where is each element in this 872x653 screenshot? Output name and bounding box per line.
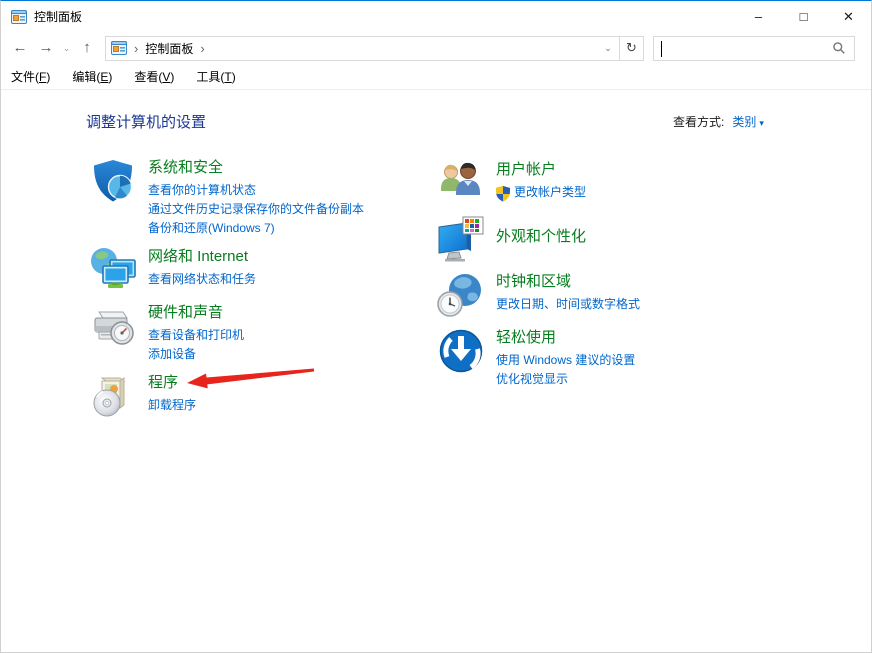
search-input[interactable]: [654, 37, 832, 60]
category-title-link[interactable]: 硬件和声音: [148, 303, 244, 323]
category-text-block: 程序卸载程序: [148, 372, 196, 420]
breadcrumb-control-panel[interactable]: 控制面板: [145, 40, 193, 57]
category-text-block: 外观和个性化: [496, 215, 586, 263]
address-bar[interactable]: › 控制面板 › ⌄ ↻: [105, 36, 644, 61]
category-section: 硬件和声音查看设备和打印机添加设备: [89, 302, 429, 364]
search-icon: [832, 41, 846, 55]
category-text-block: 硬件和声音查看设备和打印机添加设备: [148, 302, 244, 364]
task-link[interactable]: 查看网络状态和任务: [148, 270, 256, 289]
view-by-label: 查看方式:: [673, 115, 724, 129]
address-dropdown-icon[interactable]: ⌄: [597, 43, 619, 54]
category-column-right: 用户帐户更改帐户类型外观和个性化时钟和区域更改日期、时间或数字格式轻松使用使用 …: [437, 159, 777, 397]
uac-shield-icon: [496, 186, 510, 200]
task-link[interactable]: 卸载程序: [148, 396, 196, 415]
forward-button[interactable]: →: [33, 36, 59, 60]
category-section: 系统和安全查看你的计算机状态通过文件历史记录保存你的文件备份副本备份和还原(Wi…: [89, 157, 429, 238]
search-box[interactable]: [653, 36, 855, 61]
control-panel-window: 控制面板 – □ ✕ ← → ⌄ ↑ › 控制面板 › ⌄ ↻ 文件(F)编辑: [0, 0, 872, 653]
category-title-link[interactable]: 网络和 Internet: [148, 247, 256, 267]
hardware-sound-icon[interactable]: [89, 302, 137, 350]
back-button[interactable]: ←: [7, 36, 33, 60]
category-section: 轻松使用使用 Windows 建议的设置优化视觉显示: [437, 327, 777, 389]
task-link[interactable]: 添加设备: [148, 345, 244, 364]
network-icon[interactable]: [89, 246, 137, 294]
menu-item-f[interactable]: 文件(F): [11, 68, 50, 85]
view-by-category-link[interactable]: 类别: [732, 115, 756, 129]
category-section: 网络和 Internet 查看网络状态和任务: [89, 246, 429, 294]
text-caret: [661, 41, 662, 57]
category-text-block: 轻松使用使用 Windows 建议的设置优化视觉显示: [496, 327, 635, 389]
category-section: 外观和个性化: [437, 215, 777, 263]
category-title-link[interactable]: 外观和个性化: [496, 227, 586, 247]
task-link[interactable]: 查看设备和打印机: [148, 326, 244, 345]
ease-of-access-icon[interactable]: [437, 327, 485, 375]
up-button[interactable]: ↑: [74, 36, 100, 60]
category-section: 用户帐户更改帐户类型: [437, 159, 777, 207]
chevron-right-icon[interactable]: ›: [134, 37, 138, 60]
category-text-block: 系统和安全查看你的计算机状态通过文件历史记录保存你的文件备份副本备份和还原(Wi…: [148, 157, 364, 238]
user-accounts-icon[interactable]: [437, 159, 485, 207]
title-bar: 控制面板 – □ ✕: [1, 1, 871, 32]
navigation-bar: ← → ⌄ ↑ › 控制面板 › ⌄ ↻: [1, 33, 871, 63]
category-column-left: 系统和安全查看你的计算机状态通过文件历史记录保存你的文件备份副本备份和还原(Wi…: [89, 157, 429, 428]
task-link[interactable]: 查看你的计算机状态: [148, 181, 364, 200]
category-text-block: 网络和 Internet 查看网络状态和任务: [148, 246, 256, 294]
chevron-right-icon[interactable]: ›: [200, 37, 204, 60]
appearance-icon[interactable]: [437, 215, 485, 263]
security-shield-icon[interactable]: [89, 157, 137, 205]
control-panel-icon: [111, 40, 127, 56]
clock-region-icon[interactable]: [437, 271, 485, 319]
window-title: 控制面板: [34, 8, 82, 25]
category-title-link[interactable]: 程序: [148, 373, 196, 393]
history-dropdown-icon[interactable]: ⌄: [59, 43, 74, 54]
menu-item-t[interactable]: 工具(T): [196, 68, 235, 85]
task-link[interactable]: 更改日期、时间或数字格式: [496, 295, 640, 314]
menu-item-e[interactable]: 编辑(E): [72, 68, 112, 85]
maximize-button[interactable]: □: [781, 1, 826, 32]
page-title: 调整计算机的设置: [86, 111, 206, 132]
task-link[interactable]: 更改帐户类型: [496, 183, 586, 202]
category-title-link[interactable]: 用户帐户: [496, 160, 586, 180]
chevron-down-icon[interactable]: ▾: [759, 118, 764, 128]
control-panel-icon: [11, 9, 27, 25]
programs-icon[interactable]: [89, 372, 137, 420]
window-controls: – □ ✕: [736, 1, 871, 32]
view-by-control: 查看方式: 类别▾: [673, 113, 764, 130]
category-text-block: 用户帐户更改帐户类型: [496, 159, 586, 207]
category-title-link[interactable]: 轻松使用: [496, 328, 635, 348]
task-link[interactable]: 使用 Windows 建议的设置: [496, 351, 635, 370]
category-title-link[interactable]: 系统和安全: [148, 158, 364, 178]
refresh-button[interactable]: ↻: [619, 37, 643, 60]
category-section: 程序卸载程序: [89, 372, 429, 420]
category-title-link[interactable]: 时钟和区域: [496, 272, 640, 292]
category-section: 时钟和区域更改日期、时间或数字格式: [437, 271, 777, 319]
task-link[interactable]: 优化视觉显示: [496, 370, 635, 389]
menu-bar: 文件(F) 编辑(E) 查看(V) 工具(T): [1, 64, 871, 90]
menu-item-v[interactable]: 查看(V): [134, 68, 174, 85]
task-link[interactable]: 通过文件历史记录保存你的文件备份副本: [148, 200, 364, 219]
category-text-block: 时钟和区域更改日期、时间或数字格式: [496, 271, 640, 319]
task-link[interactable]: 备份和还原(Windows 7): [148, 219, 364, 238]
main-content: 调整计算机的设置 查看方式: 类别▾ 系统和安全查看你的计算机状态通过文件历史记录…: [1, 91, 871, 652]
address-bar-controls: ⌄ ↻: [597, 37, 643, 60]
close-button[interactable]: ✕: [826, 1, 871, 32]
minimize-button[interactable]: –: [736, 1, 781, 32]
